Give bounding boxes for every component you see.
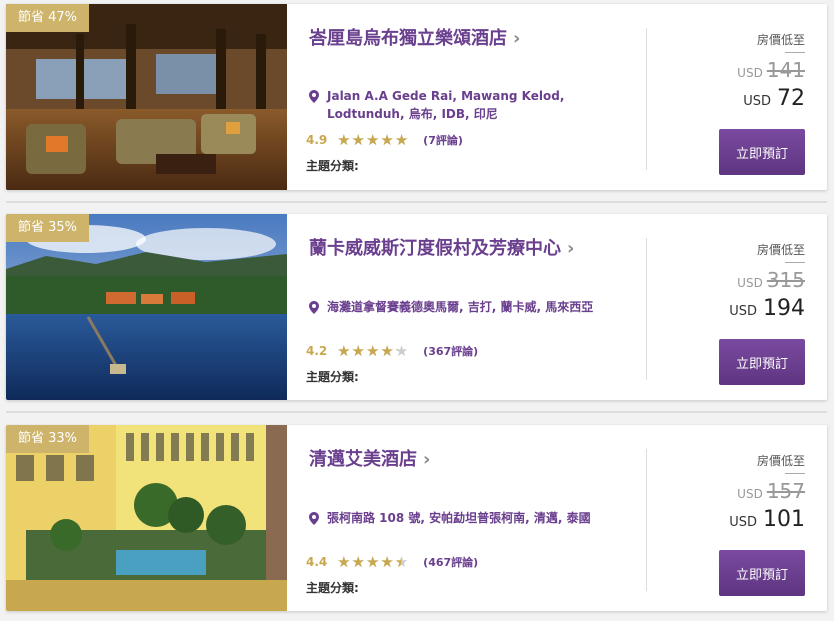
map-pin-icon [309,298,319,314]
book-now-button[interactable]: 立即預訂 [719,550,805,596]
hotel-name: 蘭卡威威斯汀度假村及芳療中心 [309,238,561,259]
current-price-value: 72 [777,86,805,111]
hotel-address-text: 張柯南路 108 號, 安帕勐坦普張柯南, 清邁, 泰國 [327,511,591,525]
hotel-name-link[interactable]: 清邁艾美酒店 › [309,445,430,471]
theme-label: 主題分類: [306,581,359,595]
hotel-info: 峇厘島烏布獨立樂頌酒店 › Jalan A.A Gede Rai, Mawang … [287,4,646,190]
current-price: USD 101 [729,507,805,532]
discount-badge: 節省 35% [6,214,90,242]
hotel-card: 節省 47% 峇厘島烏布獨立樂頌酒店 › Jalan A.A Gede Rai, … [6,4,827,190]
original-price-currency: USD [737,487,763,501]
book-now-button[interactable]: 立即預訂 [719,129,805,175]
hotel-rating: 4.2 ★★★★★★★★★★ (367評論) [306,342,478,360]
price-label-underline [785,262,805,263]
original-price: USD 141 [737,58,805,82]
current-price-currency: USD [729,515,757,530]
reviews-link[interactable]: (467評論) [423,556,478,569]
rating-score: 4.9 [306,133,328,147]
chevron-right-icon: › [513,28,521,49]
star-icon: ★★★★★★★★★★ [337,553,410,571]
price-panel: 房價低至 USD 141 USD 72 立即預訂 [647,4,827,190]
hotel-card: 節省 35% 蘭卡威威斯汀度假村及芳療中心 › 海灘道拿督賽義德奧馬爾, 吉打, … [6,214,827,400]
discount-badge: 節省 47% [6,4,90,32]
hotel-rating: 4.9 ★★★★★ ★★★★★ (7評論) [306,131,463,149]
hotel-rating: 4.4 ★★★★★★★★★★ (467評論) [306,553,478,571]
hotel-address-text: Jalan A.A Gede Rai, Mawang Kelod, Lodtun… [327,89,565,121]
current-price-value: 101 [763,507,805,532]
hotel-name: 峇厘島烏布獨立樂頌酒店 [309,28,507,49]
hotel-info: 蘭卡威威斯汀度假村及芳療中心 › 海灘道拿督賽義德奧馬爾, 吉打, 蘭卡威, 馬來… [287,214,646,400]
price-from-label: 房價低至 [756,454,805,468]
original-price-currency: USD [737,66,763,80]
chevron-right-icon: › [567,238,575,259]
hotel-name-link[interactable]: 峇厘島烏布獨立樂頌酒店 › [309,24,520,50]
price-from-label: 房價低至 [756,243,805,257]
theme-label: 主題分類: [306,370,359,384]
price-from-label: 房價低至 [756,33,805,47]
price-label-underline [785,52,805,53]
hotel-info: 清邁艾美酒店 › 張柯南路 108 號, 安帕勐坦普張柯南, 清邁, 泰國 4.4… [287,425,646,611]
book-now-button[interactable]: 立即預訂 [719,339,805,385]
hotel-results-list: 節省 47% 峇厘島烏布獨立樂頌酒店 › Jalan A.A Gede Rai, … [0,0,834,621]
map-pin-icon [309,509,319,525]
hotel-address: Jalan A.A Gede Rai, Mawang Kelod, Lodtun… [309,87,629,123]
current-price-value: 194 [763,296,805,321]
price-panel: 房價低至 USD 157 USD 101 立即預訂 [647,425,827,611]
current-price: USD 194 [729,296,805,321]
rating-score: 4.4 [306,555,328,569]
card-separator [6,201,827,203]
original-price: USD 315 [737,268,805,292]
current-price-currency: USD [729,304,757,319]
hotel-name: 清邁艾美酒店 [309,449,417,470]
discount-badge: 節省 33% [6,425,90,453]
hotel-photo[interactable]: 節省 35% [6,214,287,400]
hotel-address: 海灘道拿督賽義德奧馬爾, 吉打, 蘭卡威, 馬來西亞 [309,298,629,316]
current-price-currency: USD [743,94,771,109]
hotel-card: 節省 33% 清邁艾美酒店 › 張柯南路 108 號, 安帕勐坦普張柯南, 清邁,… [6,425,827,611]
current-price: USD 72 [743,86,805,111]
price-panel: 房價低至 USD 315 USD 194 立即預訂 [647,214,827,400]
hotel-address: 張柯南路 108 號, 安帕勐坦普張柯南, 清邁, 泰國 [309,509,629,527]
original-price-value: 141 [766,58,805,82]
original-price: USD 157 [737,479,805,503]
hotel-photo[interactable]: 節省 33% [6,425,287,611]
chevron-right-icon: › [423,449,431,470]
theme-label: 主題分類: [306,159,359,173]
hotel-name-link[interactable]: 蘭卡威威斯汀度假村及芳療中心 › [309,234,574,260]
original-price-currency: USD [737,276,763,290]
original-price-value: 315 [766,268,805,292]
card-separator [6,411,827,413]
hotel-photo[interactable]: 節省 47% [6,4,287,190]
map-pin-icon [309,87,319,103]
star-icon: ★★★★★★★★★★ [337,342,410,360]
original-price-value: 157 [766,479,805,503]
price-label-underline [785,473,805,474]
reviews-link[interactable]: (7評論) [423,134,463,147]
reviews-link[interactable]: (367評論) [423,345,478,358]
rating-score: 4.2 [306,344,328,358]
hotel-address-text: 海灘道拿督賽義德奧馬爾, 吉打, 蘭卡威, 馬來西亞 [327,300,594,314]
star-icon: ★★★★★★★★★★ [337,131,410,149]
